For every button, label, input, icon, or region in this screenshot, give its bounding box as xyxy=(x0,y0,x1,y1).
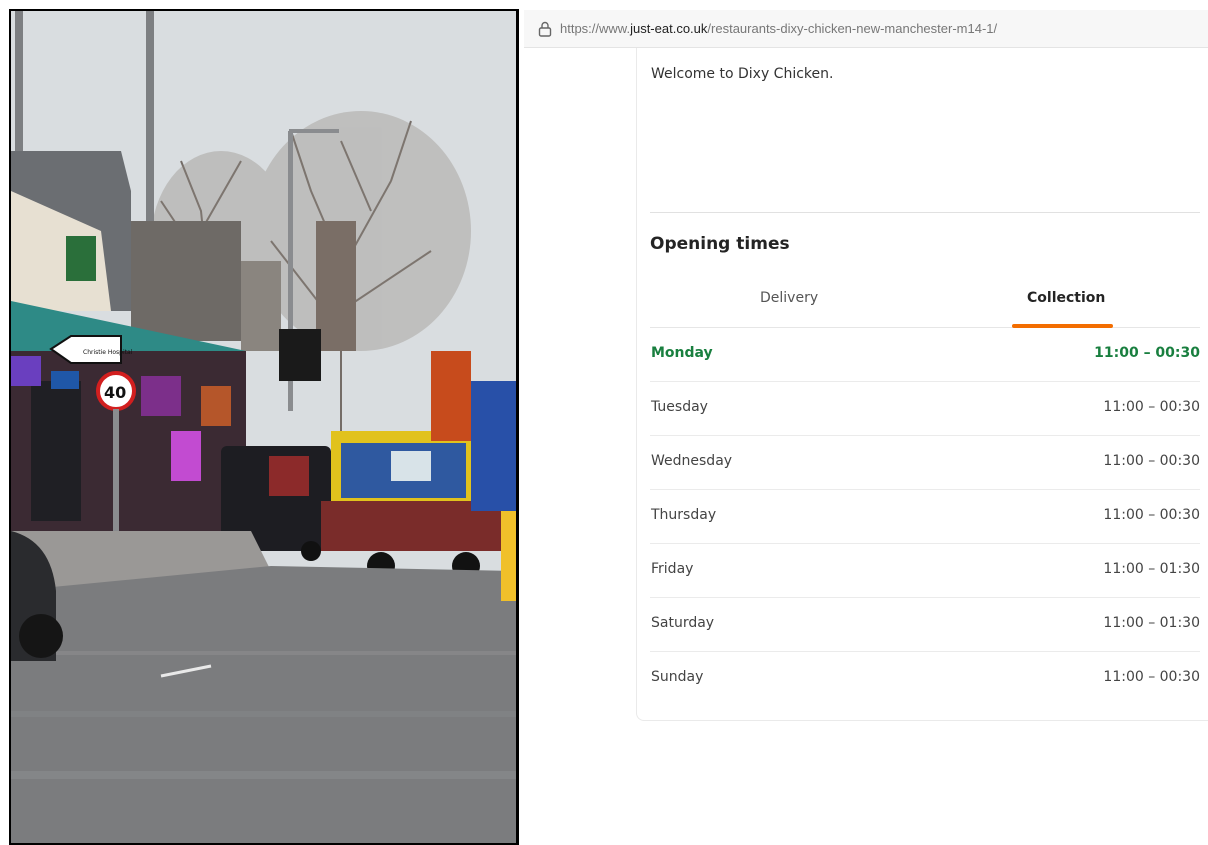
photo-panel: Christie Hospital 40 xyxy=(0,0,521,845)
day-label: Monday xyxy=(651,345,713,361)
url-text[interactable]: https://www.just-eat.co.uk/restaurants-d… xyxy=(560,21,997,36)
day-label: Wednesday xyxy=(651,453,733,469)
hours-value: 11:00 – 00:30 xyxy=(1094,345,1200,361)
tab-delivery[interactable]: Delivery xyxy=(760,290,818,306)
opening-times-row: Saturday 11:00 – 01:30 xyxy=(650,598,1200,652)
hours-value: 11:00 – 00:30 xyxy=(1103,669,1200,685)
address-bar[interactable]: https://www.just-eat.co.uk/restaurants-d… xyxy=(524,10,1208,48)
opening-times-row: Tuesday 11:00 – 00:30 xyxy=(650,382,1200,436)
url-path: /restaurants-dixy-chicken-new-manchester… xyxy=(707,21,998,36)
day-label: Saturday xyxy=(651,615,715,631)
road-sign-text: Christie Hospital xyxy=(83,349,133,356)
hours-value: 11:00 – 00:30 xyxy=(1103,453,1200,469)
opening-times-row: Sunday 11:00 – 00:30 xyxy=(650,652,1200,705)
day-label: Thursday xyxy=(651,507,717,523)
welcome-text: Welcome to Dixy Chicken. xyxy=(651,66,834,82)
opening-times-row: Friday 11:00 – 01:30 xyxy=(650,544,1200,598)
hours-value: 11:00 – 00:30 xyxy=(1103,507,1200,523)
browser-screenshot: https://www.just-eat.co.uk/restaurants-d… xyxy=(524,10,1208,845)
hours-value: 11:00 – 01:30 xyxy=(1103,615,1200,631)
day-label: Friday xyxy=(651,561,694,577)
url-prefix: https://www. xyxy=(560,21,631,36)
street-photo: Christie Hospital 40 xyxy=(9,9,519,845)
section-divider xyxy=(650,212,1200,213)
opening-times-row: Thursday 11:00 – 00:30 xyxy=(650,490,1200,544)
opening-times-row: Wednesday 11:00 – 00:30 xyxy=(650,436,1200,490)
url-domain: just-eat.co.uk xyxy=(630,21,708,36)
hours-value: 11:00 – 01:30 xyxy=(1103,561,1200,577)
speed-limit-text: 40 xyxy=(104,383,126,402)
hours-value: 11:00 – 00:30 xyxy=(1103,399,1200,415)
opening-times-heading: Opening times xyxy=(650,234,790,254)
day-label: Tuesday xyxy=(651,399,708,415)
opening-times-list: Monday 11:00 – 00:30 Tuesday 11:00 – 00:… xyxy=(650,328,1200,705)
tab-collection[interactable]: Collection xyxy=(1027,290,1105,306)
lock-icon xyxy=(538,21,552,37)
day-label: Sunday xyxy=(651,669,704,685)
opening-times-row: Monday 11:00 – 00:30 xyxy=(650,328,1200,382)
